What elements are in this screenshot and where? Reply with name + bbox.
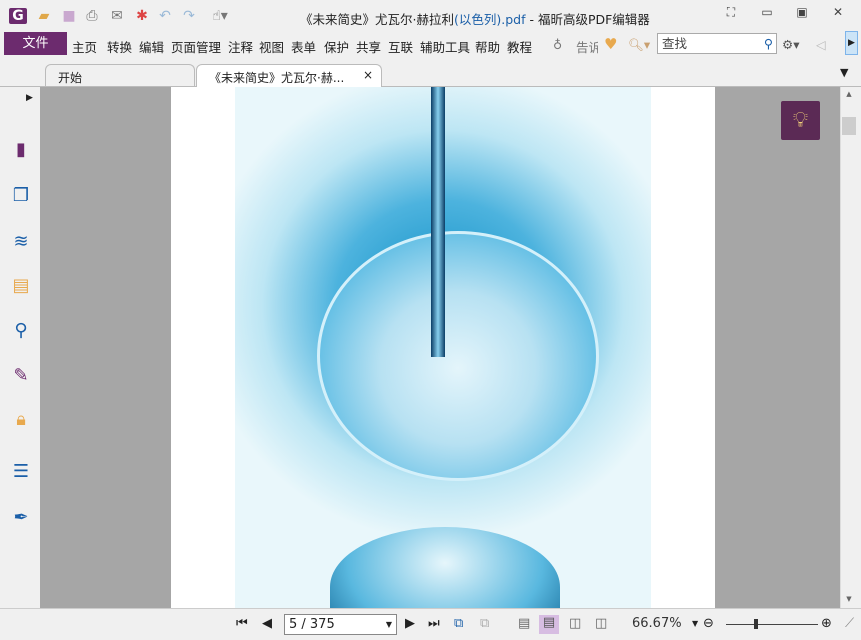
window-title: 《未来简史》尤瓦尔·赫拉利(以色列).pdf - 福昕高级PDF编辑器 bbox=[300, 12, 650, 27]
continuous-facing-icon[interactable]: ◫ bbox=[595, 616, 607, 632]
expand-panel-icon[interactable]: ▶ bbox=[26, 93, 33, 103]
needle-image bbox=[431, 87, 445, 357]
menu-tutorial[interactable]: 教程 bbox=[507, 37, 532, 56]
menu-view[interactable]: 视图 bbox=[259, 37, 284, 56]
signature-icon[interactable]: ✎ bbox=[10, 365, 32, 387]
pipette-image bbox=[330, 527, 560, 608]
zoom-out-button[interactable]: ⊖ bbox=[703, 616, 714, 632]
menu-share[interactable]: 共享 bbox=[356, 37, 381, 56]
menu-protect[interactable]: 保护 bbox=[324, 37, 349, 56]
folder-search-icon[interactable]: 🔍︎▾ bbox=[628, 37, 650, 53]
file-menu-button[interactable]: 文件 bbox=[4, 32, 67, 55]
last-page-button[interactable]: ⏭ bbox=[428, 616, 440, 632]
tab-document[interactable]: 《未来简史》尤瓦尔·赫... × bbox=[196, 64, 382, 87]
security-lock-icon[interactable]: 🔒︎ bbox=[10, 409, 32, 431]
next-view-icon[interactable]: ⧉ bbox=[480, 616, 489, 632]
thumbnails-icon[interactable]: ❐ bbox=[10, 185, 32, 207]
tips-lightbulb-button[interactable]: 💡︎ bbox=[781, 101, 820, 140]
zoom-in-button[interactable]: ⊕ bbox=[821, 616, 832, 632]
lightbulb-icon[interactable]: ♁ bbox=[553, 37, 562, 52]
menu-form[interactable]: 表单 bbox=[291, 37, 316, 56]
email-icon[interactable]: ✉ bbox=[108, 8, 126, 24]
attachments-icon[interactable]: ⚲ bbox=[10, 320, 32, 342]
vertical-scrollbar[interactable]: ▲ ▼ bbox=[840, 87, 857, 608]
zoom-slider[interactable] bbox=[726, 624, 818, 625]
form-fields-icon[interactable]: ☰ bbox=[10, 461, 32, 483]
save-icon[interactable]: ■ bbox=[60, 8, 78, 24]
scrollbar-thumb[interactable] bbox=[842, 117, 856, 135]
close-tab-icon[interactable]: × bbox=[363, 68, 373, 82]
egg-cell-image bbox=[317, 231, 599, 481]
pages-icon[interactable]: ▮ bbox=[10, 139, 32, 161]
menu-home[interactable]: 主页 bbox=[72, 37, 97, 56]
title-bar: G ▰ ■ ⎙ ✉ ✱ ↶ ↷ ☝▾ 《未来简史》尤瓦尔·赫拉利(以色列).pd… bbox=[0, 0, 861, 31]
settings-icon[interactable]: ⚙▾ bbox=[782, 37, 799, 52]
tell-me[interactable]: 告诉 bbox=[576, 37, 598, 56]
next-page-button[interactable]: ▶ bbox=[405, 616, 415, 632]
previous-page-button[interactable]: ◀ bbox=[262, 616, 272, 632]
page-number-input[interactable]: 5 / 375 ▼ bbox=[284, 614, 397, 635]
open-folder-icon[interactable]: ▰ bbox=[35, 8, 53, 24]
print-icon[interactable]: ⎙ bbox=[83, 8, 101, 24]
navigation-panel: ▶ ▮ ❐ ≋ ▤ ⚲ ✎ 🔒︎ ☰ ✒ bbox=[0, 87, 40, 608]
previous-view-icon[interactable]: ⧉ bbox=[454, 616, 463, 632]
app-logo-icon: G bbox=[9, 8, 27, 24]
tab-list-dropdown-icon[interactable]: ▼ bbox=[840, 66, 848, 79]
search-input[interactable]: 查找 ⚲ bbox=[657, 33, 777, 54]
menu-edit[interactable]: 编辑 bbox=[139, 37, 164, 56]
menu-convert[interactable]: 转换 bbox=[107, 37, 132, 56]
facing-pages-icon[interactable]: ◫ bbox=[569, 616, 581, 632]
maximize-button[interactable]: ▣ bbox=[790, 5, 814, 23]
ribbon-scroll-right-button[interactable]: ▶ bbox=[845, 31, 858, 55]
resize-grip-icon[interactable]: ⟋ bbox=[845, 616, 854, 632]
comments-icon[interactable]: ▤ bbox=[10, 275, 32, 297]
undo-icon[interactable]: ↶ bbox=[156, 8, 174, 24]
menu-connect[interactable]: 互联 bbox=[388, 37, 413, 56]
tab-document-label: 《未来简史》尤瓦尔·赫... bbox=[209, 71, 345, 85]
first-page-button[interactable]: ⏮ bbox=[236, 616, 248, 632]
minimize-button[interactable]: ▭ bbox=[755, 5, 779, 23]
continuous-page-icon[interactable]: ▤ bbox=[539, 615, 559, 634]
pdf-page bbox=[171, 87, 715, 608]
heart-icon[interactable]: ♥ bbox=[604, 35, 617, 53]
close-window-button[interactable]: ✕ bbox=[826, 5, 850, 23]
scroll-left-icon[interactable]: ◁ bbox=[816, 37, 826, 52]
scroll-up-icon[interactable]: ▲ bbox=[842, 90, 856, 98]
zoom-slider-thumb[interactable] bbox=[754, 619, 758, 629]
redo-icon[interactable]: ↷ bbox=[180, 8, 198, 24]
menu-help[interactable]: 帮助 bbox=[475, 37, 500, 56]
menu-comment[interactable]: 注释 bbox=[228, 37, 253, 56]
layers-icon[interactable]: ≋ bbox=[10, 231, 32, 253]
new-document-icon[interactable]: ✱ bbox=[133, 8, 151, 24]
certify-icon[interactable]: ✒ bbox=[10, 507, 32, 529]
hand-tool-icon[interactable]: ☝▾ bbox=[205, 8, 235, 24]
document-view[interactable] bbox=[40, 87, 840, 608]
menu-accessibility[interactable]: 辅助工具 bbox=[420, 37, 470, 56]
scroll-down-icon[interactable]: ▼ bbox=[842, 595, 856, 603]
zoom-level[interactable]: 66.67% bbox=[632, 616, 682, 632]
search-icon[interactable]: ⚲ bbox=[764, 34, 773, 53]
page-image bbox=[235, 87, 651, 608]
zoom-dropdown-icon[interactable]: ▼ bbox=[692, 616, 698, 632]
fullscreen-button[interactable]: ⛶ bbox=[719, 5, 743, 23]
single-page-icon[interactable]: ▤ bbox=[518, 616, 530, 632]
menu-page-management[interactable]: 页面管理 bbox=[171, 37, 221, 56]
tab-start[interactable]: 开始 bbox=[45, 64, 195, 87]
